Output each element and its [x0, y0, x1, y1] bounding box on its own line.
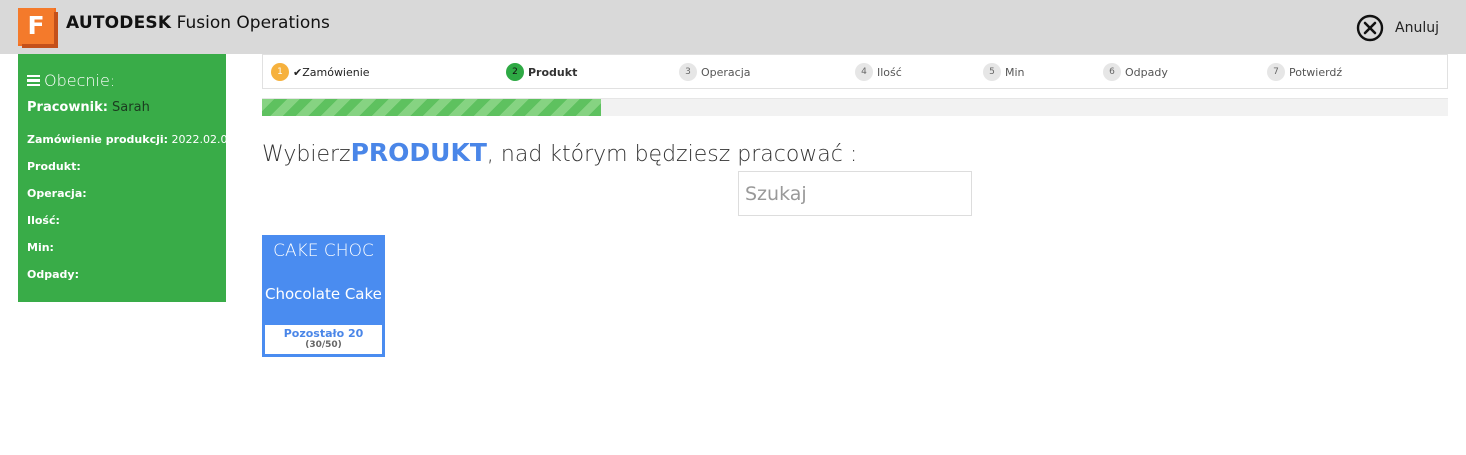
min-row: Min:: [27, 241, 54, 254]
order-value: 2022.02.02: [168, 133, 235, 146]
step-label: Ilość: [877, 65, 902, 79]
step-quantity[interactable]: 4 Ilość: [855, 63, 902, 81]
product-code: CAKE CHOC: [273, 241, 374, 261]
waste-row: Odpady:: [27, 268, 79, 281]
step-label: Potwierdź: [1289, 65, 1343, 79]
panel-title-text: Obecnie:: [44, 71, 116, 90]
step-waste[interactable]: 6 Odpady: [1103, 63, 1168, 81]
step-number: 1: [271, 63, 289, 81]
stock-ratio: (30/50): [305, 340, 342, 350]
close-circle-icon: [1356, 14, 1384, 42]
product-label: Produkt:: [27, 160, 81, 173]
page-title: WybierzPRODUKT, nad którym będziesz prac…: [262, 138, 857, 167]
order-row: Zamówienie produkcji: 2022.02.02: [27, 133, 235, 146]
operation-row: Operacja:: [27, 187, 87, 200]
search-input[interactable]: [738, 171, 972, 216]
current-info-panel: Obecnie: Pracownik: Sarah Zamówienie pro…: [18, 54, 235, 302]
step-label: Min: [1005, 65, 1025, 79]
step-number: 4: [855, 63, 873, 81]
logo-letter: F: [18, 8, 54, 44]
quantity-row: Ilość:: [27, 214, 60, 227]
step-number: 5: [983, 63, 1001, 81]
cancel-label: Anuluj: [1395, 20, 1439, 36]
brand-bold: AUTODESK: [66, 13, 172, 33]
waste-label: Odpady:: [27, 268, 79, 281]
brand-product: Fusion Operations: [171, 13, 330, 33]
step-operation[interactable]: 3 Operacja: [679, 63, 751, 81]
step-number: 2: [506, 63, 524, 81]
worker-row: Pracownik: Sarah: [27, 100, 150, 115]
fusion-logo-icon: F: [18, 8, 58, 48]
menu-icon[interactable]: [27, 75, 40, 86]
min-label: Min:: [27, 241, 54, 254]
heading-suffix: , nad którym będziesz pracować :: [486, 142, 858, 167]
order-label: Zamówienie produkcji:: [27, 133, 169, 146]
stock-remaining: Pozostało 20: [283, 327, 364, 340]
product-row: Produkt:: [27, 160, 81, 173]
step-product[interactable]: 2 Produkt: [506, 63, 577, 81]
step-number: 6: [1103, 63, 1121, 81]
wizard-progress-bar: [262, 98, 1448, 116]
step-number: 3: [679, 63, 697, 81]
cancel-button[interactable]: Anuluj: [1356, 14, 1439, 42]
step-label: Operacja: [701, 65, 751, 79]
top-bar: F AUTODESK Fusion Operations Anuluj: [0, 0, 1466, 54]
wizard-steps: 1 ✔Zamówienie 2 Produkt 3 Operacja 4 Ilo…: [262, 54, 1448, 89]
step-number: 7: [1267, 63, 1285, 81]
step-confirm[interactable]: 7 Potwierdź: [1267, 63, 1342, 81]
step-label: Produkt: [528, 65, 578, 79]
quantity-label: Ilość:: [27, 214, 60, 227]
step-label: ✔Zamówienie: [293, 65, 370, 79]
heading-prefix: Wybierz: [262, 142, 351, 167]
step-order[interactable]: 1 ✔Zamówienie: [271, 63, 370, 81]
product-card[interactable]: CAKE CHOC Chocolate Cake Pozostało 20 (3…: [262, 235, 385, 357]
product-stock: Pozostało 20 (30/50): [265, 325, 382, 354]
panel-title: Obecnie:: [27, 71, 115, 90]
heading-keyword: PRODUKT: [350, 138, 487, 167]
worker-label: Pracownik:: [27, 100, 108, 115]
worker-value: Sarah: [107, 100, 150, 115]
operation-label: Operacja:: [27, 187, 87, 200]
step-min[interactable]: 5 Min: [983, 63, 1025, 81]
step-label: Odpady: [1125, 65, 1168, 79]
progress-fill: [262, 99, 602, 116]
app-title: AUTODESK Fusion Operations: [66, 13, 330, 33]
product-name: Chocolate Cake: [265, 285, 382, 303]
